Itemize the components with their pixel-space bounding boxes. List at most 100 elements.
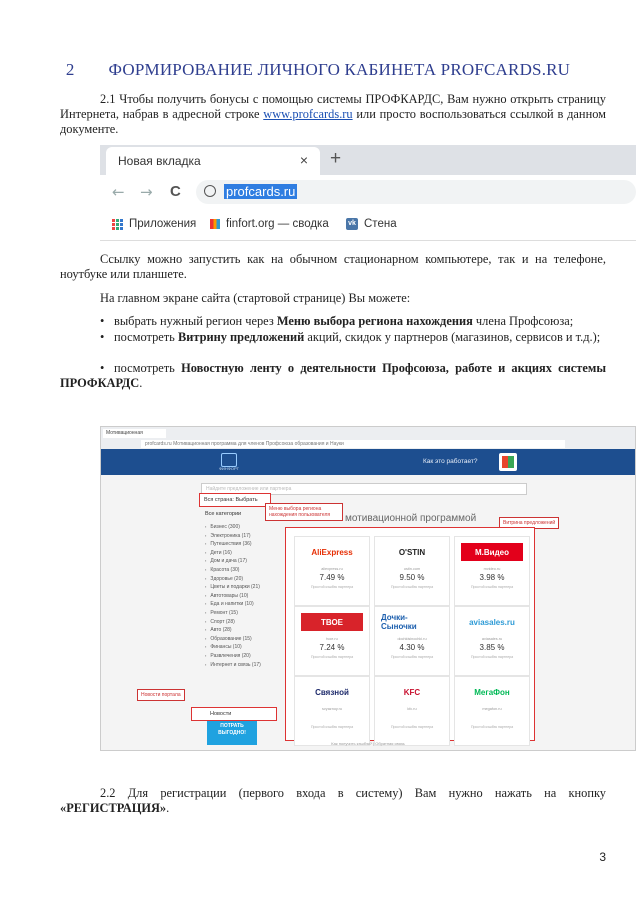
- cashback-note: Простой кэшбэк партнера: [390, 725, 434, 729]
- bullet-item: • посмотреть Витрину предложений акций, с…: [100, 330, 601, 344]
- vk-icon: vk: [346, 218, 358, 230]
- category-item: Ремонт (15): [205, 609, 279, 618]
- cashback-note: Простой кэшбэк партнера: [390, 585, 434, 589]
- partner-domain: dochkisinochki.ru: [397, 637, 427, 641]
- site-logo-text: ФИНФОРТ: [219, 466, 239, 471]
- new-tab-icon[interactable]: +: [330, 148, 341, 170]
- partner-logo: O'STIN: [398, 547, 426, 557]
- browser-screenshot: Новая вкладка × + ← → C profcards.ru При…: [100, 145, 636, 241]
- finfort-icon: [210, 219, 220, 229]
- category-item: Дети (16): [205, 549, 279, 558]
- address-url[interactable]: profcards.ru: [224, 184, 298, 199]
- partner-card: KFC kfc.ru Простой кэшбэк партнера: [374, 676, 450, 746]
- bookmark-label: finfort.org — сводка: [226, 218, 329, 230]
- partner-domain: megafon.ru: [482, 707, 502, 711]
- partner-domain: ostin.com: [403, 567, 421, 571]
- partner-card: Дочки-Сыночки dochkisinochki.ru 4.30 % Прос…: [374, 606, 450, 676]
- paragraph-link-devices: Ссылку можно запустить как на обычном ст…: [60, 252, 606, 281]
- partner-card: Связной svyaznoy.ru Простой кэшбэк партнер…: [294, 676, 370, 746]
- paragraph-text: 2.2 Для регистрации (первого входа в сис…: [100, 786, 606, 800]
- partner-logo: МегаФон: [474, 687, 510, 697]
- section-title: ФОРМИРОВАНИЕ ЛИЧНОГО КАБИНЕТА PROFCARDS.…: [108, 60, 571, 79]
- section-number: 2: [65, 60, 75, 79]
- partner-logo: ТВОЕ: [301, 613, 363, 631]
- partner-card: AliExpress aliexpress.ru 7.49 % Простой кэш…: [294, 536, 370, 606]
- partner-card: ТВОЕ tvoe.ru 7.24 % Простой кэшбэк партнера: [294, 606, 370, 676]
- category-item: Финансы (10): [205, 643, 279, 652]
- paragraph-2-2: 2.2 Для регистрации (первого входа в сис…: [60, 786, 606, 815]
- partner-logo: Дочки-Сыночки: [381, 613, 417, 631]
- back-icon[interactable]: ←: [112, 183, 125, 201]
- partner-card: МегаФон megafon.ru Простой кэшбэк партнера: [454, 676, 530, 746]
- region-select-button: Вся страна: Выбрать: [199, 493, 271, 507]
- bookmark-label: Стена: [364, 218, 397, 230]
- category-item: Авто (28): [205, 626, 279, 635]
- partner-card: aviasales.ru aviasales.ru 3.85 % Простой кэ…: [454, 606, 530, 676]
- bookmark-apps[interactable]: Приложения: [112, 218, 196, 230]
- category-item: Интернет и связь (17): [205, 661, 279, 670]
- cashback-note: Простой кэшбэк партнера: [310, 585, 354, 589]
- tab-title: Новая вкладка: [118, 154, 201, 168]
- partner-domain: aviasales.ru: [481, 637, 503, 641]
- partner-domain: svyaznoy.ru: [322, 707, 342, 711]
- site-browser-chrome: Мотивационная profcards.ru Мотивационная…: [101, 427, 635, 450]
- cashback-note: Простой кэшбэк партнера: [470, 655, 514, 659]
- profcards-link[interactable]: www.profcards.ru: [263, 107, 352, 121]
- category-item: Развлечения (20): [205, 652, 279, 661]
- news-callout: Новости портала: [137, 689, 185, 701]
- close-tab-icon[interactable]: ×: [300, 152, 308, 168]
- cashback-note: Простой кэшбэк партнера: [310, 725, 354, 729]
- paragraph-2-1: 2.1 Чтобы получить бонусы с помощью сист…: [60, 92, 606, 137]
- globe-icon: [204, 185, 216, 197]
- cashback-percent: 9.50 %: [399, 573, 425, 582]
- partner-domain: kfc.ru: [407, 707, 417, 711]
- cashback-note: Простой кэшбэк партнера: [310, 655, 354, 659]
- cashback-percent: 3.85 %: [479, 643, 505, 652]
- category-item: Путешествия (36): [205, 540, 279, 549]
- bookmark-finfort[interactable]: finfort.org — сводка: [210, 218, 329, 230]
- website-screenshot: Мотивационная profcards.ru Мотивационная…: [100, 426, 636, 751]
- address-bar[interactable]: profcards.ru: [196, 180, 636, 204]
- cashback-percent: 7.49 %: [319, 573, 345, 582]
- cashback-note: Простой кэшбэк партнера: [470, 585, 514, 589]
- partner-domain: tvoe.ru: [326, 637, 338, 641]
- cashback-note: Простой кэшбэк партнера: [390, 655, 434, 659]
- how-it-works-link: Как это работает?: [423, 458, 478, 465]
- forward-icon[interactable]: →: [140, 183, 153, 201]
- category-item: Здоровье (20): [205, 575, 279, 584]
- partner-logo: Связной: [315, 687, 349, 697]
- cashback-percent: 4.30 %: [399, 643, 425, 652]
- cashback-percent: 7.24 %: [319, 643, 345, 652]
- browser-tab[interactable]: Новая вкладка ×: [106, 147, 320, 175]
- reload-icon[interactable]: C: [170, 183, 181, 200]
- categories-header: Все категории: [205, 511, 242, 517]
- navigation-row: ← → C profcards.ru: [100, 175, 636, 209]
- category-item: Спорт (28): [205, 618, 279, 627]
- category-list: Бизнес (300)Электроника (17)Путешествия …: [205, 523, 279, 669]
- book-logo-icon: [499, 453, 517, 471]
- site-logo-icon: [221, 453, 237, 467]
- offers-showcase: AliExpress aliexpress.ru 7.49 % Простой кэш…: [285, 527, 535, 746]
- partner-logo: aviasales.ru: [469, 617, 515, 627]
- category-item: Красота (30): [205, 566, 279, 575]
- bookmark-vk[interactable]: vk Стена: [346, 218, 397, 230]
- partner-domain: aliexpress.ru: [321, 567, 343, 571]
- section-heading: 2 ФОРМИРОВАНИЕ ЛИЧНОГО КАБИНЕТА PROFCARDS…: [0, 60, 636, 80]
- category-item: Автотовары (10): [205, 592, 279, 601]
- bookmark-label: Приложения: [129, 218, 197, 230]
- tab-bar: Новая вкладка × +: [100, 145, 636, 175]
- category-item: Электроника (17): [205, 532, 279, 541]
- site-header: ФИНФОРТ Как это работает?: [101, 449, 635, 475]
- site-tab: Мотивационная: [103, 429, 166, 438]
- partner-card: М.Видео mvideo.ru 3.98 % Простой кэшбэк пар…: [454, 536, 530, 606]
- site-address-bar: profcards.ru Мотивационная программа для…: [141, 440, 565, 448]
- category-item: Дом и дача (17): [205, 557, 279, 566]
- category-item: Цветы и подарки (21): [205, 583, 279, 592]
- news-button: Новости: [191, 707, 277, 721]
- partner-logo: М.Видео: [461, 543, 523, 561]
- partner-logo: KFC: [403, 687, 421, 697]
- partner-logo: AliExpress: [311, 547, 353, 557]
- bullet-item: • посмотреть Новостную ленту о деятельнос…: [60, 361, 606, 390]
- category-item: Еда и напитки (10): [205, 600, 279, 609]
- site-footer: Как получить кэшбэк? | Обратная связь: [331, 741, 405, 746]
